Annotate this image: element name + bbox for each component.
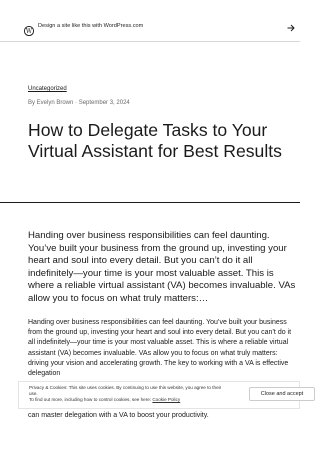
cookie-banner: Privacy & Cookies: This site uses cookie… [18, 381, 315, 409]
post-title: How to Delegate Tasks to Your Virtual As… [28, 120, 282, 161]
category-link[interactable]: Uncategorized [28, 86, 67, 92]
cookie-policy-link[interactable]: Cookie Policy [152, 397, 180, 402]
cookie-text: Privacy & Cookies: This site uses cookie… [29, 385, 229, 404]
cookie-line-1: Privacy & Cookies: This site uses cookie… [29, 385, 222, 397]
meta-separator: · [75, 100, 78, 106]
post-body-tail: can master delegation with a VA to boost… [28, 412, 209, 419]
svg-text:W: W [26, 28, 33, 35]
divider [0, 202, 300, 203]
wordpress-icon: W [23, 23, 35, 37]
cookie-line-2: To find out more, including how to contr… [29, 397, 152, 403]
close-and-accept-button[interactable]: Close and accept [249, 387, 315, 401]
post-excerpt: Handing over business responsibilities c… [28, 230, 296, 304]
post-body: Handing over business responsibilities c… [28, 319, 292, 378]
post-meta: By Evelyn Brown · September 3, 2024 [28, 100, 130, 106]
post-date[interactable]: September 3, 2024 [79, 100, 130, 106]
promo-text[interactable]: Design a site like this with WordPress.c… [38, 23, 143, 29]
arrow-right-icon[interactable] [286, 21, 296, 33]
author-link[interactable]: By Evelyn Brown [28, 100, 73, 106]
wordpress-promo-bar[interactable]: W Design a site like this with WordPress… [0, 14, 300, 42]
